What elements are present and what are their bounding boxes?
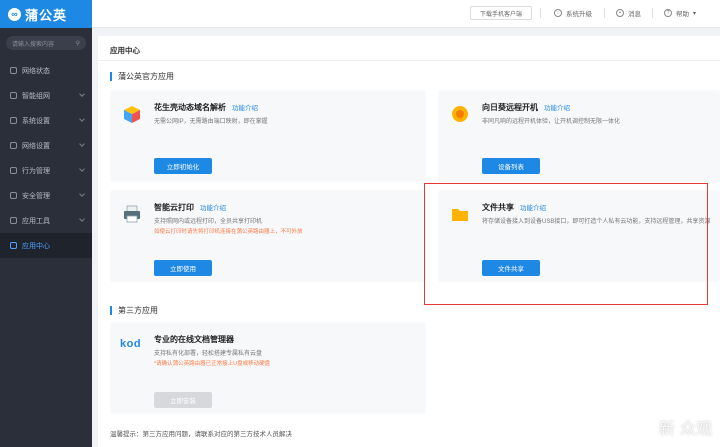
device-list-button[interactable]: 设备列表	[482, 158, 540, 174]
shield-icon	[10, 192, 17, 199]
app-card-kodexplorer: kod 专业的在线文档管理器 支持私有化部署，轻松搭建专属私有云盘 *请确认蒲公…	[110, 322, 426, 414]
kod-logo: kod	[120, 338, 142, 350]
chevron-down-icon	[79, 166, 85, 172]
download-app-button[interactable]: 下载手机客户端	[470, 6, 532, 20]
bell-icon: •	[616, 9, 624, 17]
app-description: 支持照网内或远程打印，全员共享打印机	[154, 219, 263, 225]
sidebar-item-label: 应用中心	[22, 242, 50, 250]
printer-icon	[124, 205, 140, 223]
search-input[interactable]: 请输入搜索内容 ⚲	[6, 36, 86, 50]
third-party-apps-heading: 第三方应用	[110, 305, 158, 316]
sidebar-item-6[interactable]: 应用工具	[0, 208, 92, 233]
sidebar-item-label: 网络状态	[22, 67, 50, 75]
messages-label: 消息	[628, 11, 641, 18]
sidebar-item-4[interactable]: 行为管理	[0, 158, 92, 183]
app-description: 无需公网IP，无需路由端口映射，即在掌握	[154, 119, 268, 125]
help-label: 帮助	[676, 11, 689, 18]
logo-icon: ∞	[8, 7, 21, 21]
sidebar-item-1[interactable]: 智能组网	[0, 83, 92, 108]
app-card-oray-ddns: 花生壳动态域名解析 功能介绍 无需公网IP，无需路由端口映射，即在掌握 立即初始化	[110, 90, 426, 182]
chevron-down-icon	[79, 91, 85, 97]
sunflower-icon	[452, 106, 468, 122]
third-party-apps-label: 第三方应用	[118, 306, 158, 315]
sidebar-item-label: 网络设置	[22, 142, 50, 150]
feature-intro-link[interactable]: 功能介绍	[232, 105, 258, 112]
sidebar-item-3[interactable]: 网络设置	[0, 133, 92, 158]
signal-icon	[10, 67, 17, 74]
use-now-button[interactable]: 立即使用	[154, 260, 212, 276]
app-description: 支持私有化部署，轻松搭建专属私有云盘	[154, 351, 263, 357]
sidebar-item-label: 安全管理	[22, 192, 50, 200]
app-card-sunlogin-wol: 向日葵远程开机 功能介绍 非同凡响的远程开机体验，让开机调控制无限一体化 设备列表	[438, 90, 720, 182]
network-icon	[10, 92, 17, 99]
init-button[interactable]: 立即初始化	[154, 158, 212, 174]
logo-text: 蒲公英	[25, 7, 68, 23]
logo[interactable]: ∞ 蒲公英	[0, 0, 92, 28]
help-icon: ?	[664, 9, 672, 17]
divider	[652, 8, 653, 18]
settings-icon	[10, 117, 17, 124]
app-name: 向日葵远程开机 功能介绍	[482, 103, 570, 112]
app-name: 花生壳动态域名解析 功能介绍	[154, 103, 258, 112]
sidebar-item-label: 应用工具	[22, 217, 50, 225]
divider	[604, 8, 605, 18]
official-apps-label: 蒲公英官方应用	[118, 72, 174, 81]
heading-bar	[110, 72, 112, 81]
sidebar-item-label: 行为管理	[22, 167, 50, 175]
heading-bar	[110, 306, 112, 315]
sidebar-item-5[interactable]: 安全管理	[0, 183, 92, 208]
app-name: 专业的在线文档管理器	[154, 335, 234, 344]
app-warning: 如使云打印时请先将打印机连接在蒲公英路由器上，不可外放	[154, 229, 303, 235]
feature-intro-link[interactable]: 功能介绍	[544, 105, 570, 112]
globe-icon	[10, 142, 17, 149]
sidebar-item-label: 系统设置	[22, 117, 50, 125]
official-apps-heading: 蒲公英官方应用	[110, 71, 174, 82]
watermark: 新 众观	[658, 419, 712, 438]
app-warning: *请确认蒲公英路由器已正常接上U盘或移动硬盘	[154, 361, 271, 367]
system-upgrade-label: 系统升级	[566, 11, 592, 18]
page-title: 应用中心	[110, 46, 140, 55]
search-icon: ⚲	[75, 40, 80, 47]
app-description: 非同凡响的远程开机体验，让开机调控制无限一体化	[482, 119, 621, 125]
search-placeholder: 请输入搜索内容	[12, 41, 55, 48]
chevron-down-icon	[79, 216, 85, 222]
help-link[interactable]: ? 帮助 ▾	[664, 8, 696, 18]
sidebar-item-7[interactable]: 应用中心	[0, 233, 92, 258]
sidebar-item-0[interactable]: 网络状态	[0, 58, 92, 83]
behavior-icon	[10, 167, 17, 174]
topbar: 下载手机客户端 ↑ 系统升级 • 消息 ? 帮助 ▾	[92, 0, 720, 28]
chevron-down-icon: ▾	[693, 10, 697, 17]
chevron-down-icon	[79, 141, 85, 147]
tools-icon	[10, 217, 17, 224]
messages-link[interactable]: • 消息	[616, 8, 641, 18]
footer-note: 温馨提示：第三方应用问题，请联系对应的第三方技术人员解决	[110, 431, 292, 438]
app-card-cloud-print: 智能云打印 功能介绍 支持照网内或远程打印，全员共享打印机 如使云打印时请先将打印…	[110, 190, 426, 282]
chevron-down-icon	[79, 191, 85, 197]
sidebar: ∞ 蒲公英 请输入搜索内容 ⚲ 网络状态智能组网系统设置网络设置行为管理安全管理…	[0, 0, 92, 447]
apps-icon	[10, 242, 17, 249]
feature-intro-link[interactable]: 功能介绍	[200, 205, 226, 212]
sidebar-item-2[interactable]: 系统设置	[0, 108, 92, 133]
chevron-down-icon	[79, 116, 85, 122]
install-button[interactable]: 立即安装	[154, 392, 212, 408]
cube-icon	[124, 106, 140, 123]
divider	[98, 60, 720, 61]
app-name: 智能云打印 功能介绍	[154, 203, 226, 212]
system-upgrade-link[interactable]: ↑ 系统升级	[554, 8, 592, 18]
sidebar-item-label: 智能组网	[22, 92, 50, 100]
highlight-box	[424, 183, 708, 305]
upgrade-icon: ↑	[554, 9, 562, 17]
divider	[540, 8, 541, 18]
